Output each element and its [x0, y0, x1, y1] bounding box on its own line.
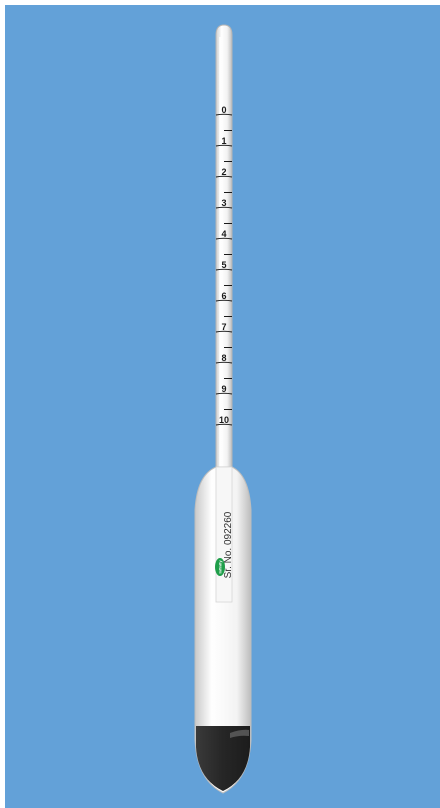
- scale-label: 10: [219, 415, 229, 425]
- scale-label: 4: [221, 229, 226, 239]
- brand-logo-text: Infinity: [218, 560, 223, 574]
- scale-label: 5: [221, 260, 226, 270]
- brand-logo-icon: Infinity: [215, 558, 225, 576]
- scale-label: 6: [221, 291, 226, 301]
- scale-label: 1: [221, 136, 226, 146]
- scale-label: 7: [221, 322, 226, 332]
- scale-label: 3: [221, 198, 226, 208]
- scale-label: 2: [221, 167, 226, 177]
- scale-label: 0: [221, 105, 226, 115]
- scale-label: 9: [221, 384, 226, 394]
- hydrometer-canvas: 012345678910 Sr. No. 092260 Infinity: [5, 5, 440, 808]
- hydrometer-stem: [215, 24, 233, 476]
- scale-label: 8: [221, 353, 226, 363]
